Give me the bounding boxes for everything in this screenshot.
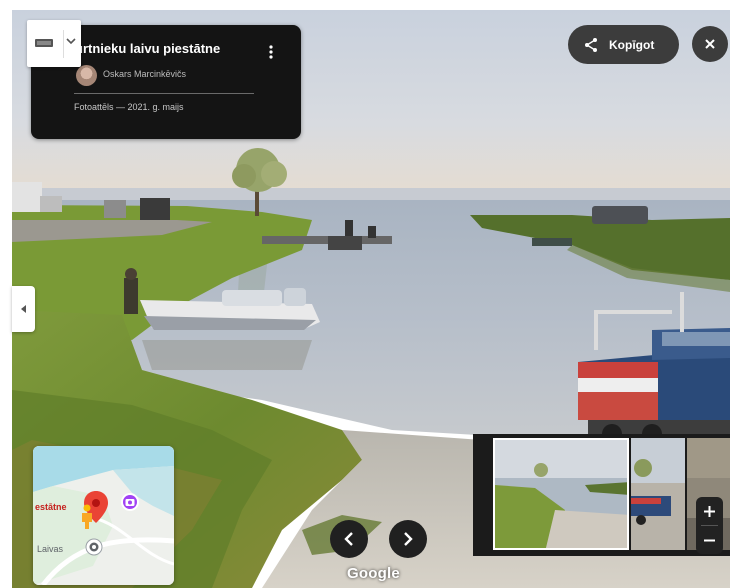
place-title[interactable]: urtnieku laivu piestātne (75, 41, 220, 56)
collapse-panel-tab[interactable] (12, 286, 35, 332)
photo-thumbnail-strip[interactable] (473, 434, 730, 556)
map-area-label: Laivas (37, 544, 64, 554)
next-photo-button[interactable] (389, 520, 427, 558)
chevron-left-icon (344, 532, 353, 546)
photo-thumbnail[interactable] (631, 438, 685, 550)
location-target-icon[interactable] (85, 538, 103, 556)
pegman-icon[interactable] (79, 504, 95, 530)
toggle-divider (63, 30, 64, 58)
author-avatar[interactable] (76, 65, 97, 86)
zoom-out-button[interactable] (696, 526, 723, 554)
close-button[interactable] (692, 26, 728, 62)
photo-camera-icon[interactable] (120, 492, 140, 512)
zoom-in-button[interactable] (696, 497, 723, 525)
side-panel-toggle[interactable] (27, 20, 81, 67)
street-view-viewer[interactable]: urtnieku laivu piestātne Oskars Marcinkē… (0, 0, 730, 588)
map-place-label: estātne (35, 502, 67, 512)
author-name[interactable]: Oskars Marcinkēvičs (103, 69, 186, 79)
minus-icon (704, 539, 715, 541)
share-button[interactable]: Kopīgot (568, 25, 679, 64)
chevron-right-icon (404, 532, 413, 546)
more-vert-icon[interactable] (263, 42, 279, 62)
share-label: Kopīgot (609, 37, 655, 52)
google-attribution: Google (347, 565, 400, 582)
divider (74, 93, 254, 94)
caret-down-icon[interactable] (66, 37, 76, 45)
plus-icon (704, 505, 715, 517)
photo-date: Fotoattēls — 2021. g. maijs (74, 102, 184, 112)
chevron-left-icon (20, 305, 26, 313)
panel-icon (35, 39, 53, 47)
share-icon (585, 37, 597, 52)
mini-map[interactable]: estātne Laivas (33, 446, 174, 585)
zoom-control (696, 497, 723, 554)
prev-photo-button[interactable] (330, 520, 368, 558)
photo-thumbnail[interactable] (493, 438, 629, 550)
close-icon (705, 39, 715, 49)
